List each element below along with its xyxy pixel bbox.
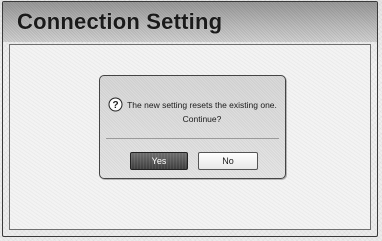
question-icon: ? xyxy=(108,97,123,112)
dialog-divider xyxy=(106,138,279,139)
dialog-question: Continue? xyxy=(182,114,222,124)
confirm-dialog: ? The new setting resets the existing on… xyxy=(99,75,286,179)
yes-button[interactable]: Yes xyxy=(130,152,188,170)
title-bar: Connection Setting xyxy=(3,2,377,42)
screen-background: Connection Setting ? The new setting res… xyxy=(0,0,382,241)
dialog-message: The new setting resets the existing one. xyxy=(127,100,277,110)
svg-text:?: ? xyxy=(112,100,118,111)
page-title: Connection Setting xyxy=(17,9,223,34)
no-button[interactable]: No xyxy=(198,152,258,170)
